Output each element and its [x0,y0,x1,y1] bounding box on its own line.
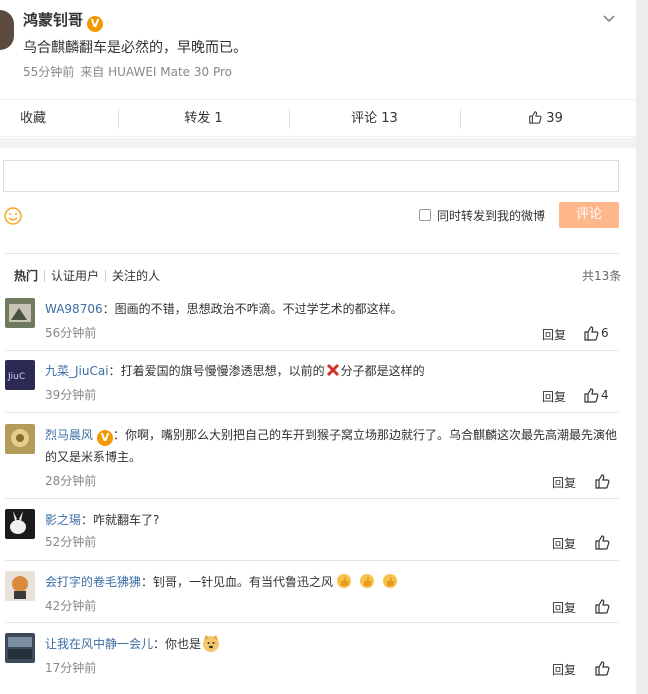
separator: ： [102,302,115,316]
like-count: 39 [546,111,563,126]
thumbs-up-emoji-icon [337,574,352,588]
like-count: 4 [601,388,609,402]
comment-time: 56分钟前 [45,326,97,340]
comment-item: 让我在风中静一会儿：你也是 17分钟前 回复 [5,633,619,681]
comment-username[interactable]: 让我在风中静一会儿 [45,637,153,651]
comment-divider [5,622,619,623]
comment-text: 会打字的卷毛狒狒：钊哥，一针见血。有当代鲁迅之风 [45,571,621,593]
thumbs-up-icon[interactable] [594,534,610,550]
comment-item: 影之瑒：咋就翻车了? 52分钟前 回复 [5,509,619,557]
svg-text:JiuC: JiuC [7,372,25,382]
thumbs-up-emoji-icon [383,574,398,588]
thumbs-up-icon[interactable] [583,387,599,403]
comment-body: 打着爱国的旗号慢慢渗透思想，以前的 [120,364,325,378]
thumbs-up-icon[interactable] [594,660,610,676]
comment-item: JiuC 九菜_JiuCai：打着爱国的旗号慢慢渗透思想，以前的 分子都是这样的 … [5,360,619,408]
comment-body: 咋就翻车了? [93,513,160,527]
avatar[interactable]: JiuC [5,360,35,390]
comment-time: 42分钟前 [45,599,97,613]
comment-divider [5,350,619,351]
reply-button[interactable]: 回复 [552,661,576,678]
comment-divider [5,560,619,561]
post-source: 来自 HUAWEI Mate 30 Pro [80,65,232,79]
avatar[interactable] [5,571,35,601]
comment-time: 52分钟前 [45,535,97,549]
tab-hot[interactable]: 热门 [14,267,44,284]
separator: ： [113,428,126,442]
comment-body: 分子都是这样的 [340,364,425,378]
submit-comment-button[interactable]: 评论 [559,202,619,228]
red-cross-emoji-icon [326,363,339,377]
comment-input[interactable] [3,160,619,192]
page-background [636,0,648,694]
thumbs-up-emoji-icon [360,574,375,588]
separator: ： [108,364,121,378]
post-author-name-text[interactable]: 鸿蒙钊哥 [23,11,83,29]
comment-text: 影之瑒：咋就翻车了? [45,509,621,531]
reply-button[interactable]: 回复 [542,388,566,405]
like-button[interactable]: 39 [460,100,631,138]
divider [5,253,619,254]
doge-emoji-icon [203,635,220,652]
thumbs-up-icon[interactable] [583,325,599,341]
reply-button[interactable]: 回复 [552,474,576,491]
comment-username[interactable]: 影之瑒 [45,513,81,527]
chevron-down-icon[interactable] [602,12,616,26]
section-divider [0,138,636,148]
comment-text: 九菜_JiuCai：打着爱国的旗号慢慢渗透思想，以前的 分子都是这样的 [45,360,621,382]
comment-text: WA98706：图画的不错，思想政治不咋滴。不过学艺术的都这样。 [45,298,621,320]
comment-body: 你啊，嘴别那么大别把自己的车开到猴子窝立场那边就行了。乌合麒麟这次最先高潮最先演… [45,428,618,464]
comment-time: 39分钟前 [45,388,97,402]
avatar[interactable] [5,298,35,328]
comment-username[interactable]: 会打字的卷毛狒狒 [45,575,141,589]
avatar[interactable] [5,509,35,539]
comment-text: 让我在风中静一会儿：你也是 [45,633,621,655]
thumbs-up-icon [529,111,542,124]
reply-button[interactable]: 回复 [542,326,566,343]
comment-body: 你也是 [165,637,202,651]
comment-divider [5,412,619,413]
comment-body: 钊哥，一针见血。有当代鲁迅之风 [153,575,334,589]
post-author-name[interactable]: 鸿蒙钊哥 V [23,9,104,32]
thumbs-up-icon[interactable] [594,598,610,614]
avatar[interactable] [5,424,35,454]
post-text: 乌合麒麟翻车是必然的，早晚而已。 [23,40,247,56]
reply-button[interactable]: 回复 [552,535,576,552]
comment-username[interactable]: 烈马晨风 [45,428,93,442]
tab-verified-users[interactable]: 认证用户 [45,267,105,284]
favorite-button[interactable]: 收藏 [0,100,120,138]
repost-option-label[interactable]: 同时转发到我的微博 [437,207,545,224]
comment-username[interactable]: 九菜_JiuCai [45,364,109,378]
comment-time: 17分钟前 [45,661,97,675]
tab-following[interactable]: 关注的人 [106,267,166,284]
comment-button[interactable]: 评论 13 [289,100,460,138]
verified-badge-icon: V [87,16,104,32]
repost-button[interactable]: 转发 1 [118,100,289,138]
post-time[interactable]: 55分钟前 [23,65,74,79]
comment-filter-tabs: 热门 认证用户 关注的人 [14,267,166,284]
separator: ： [81,513,94,527]
avatar[interactable] [5,633,35,663]
repost-checkbox[interactable] [419,209,431,221]
comment-total: 共13条 [582,269,622,283]
comment-item: WA98706：图画的不错，思想政治不咋滴。不过学艺术的都这样。 56分钟前 回… [5,298,619,346]
reply-button[interactable]: 回复 [552,599,576,616]
comment-username[interactable]: WA98706 [45,302,103,316]
comment-item: 烈马晨风 V ：你啊，嘴别那么大别把自己的车开到猴子窝立场那边就行了。乌合麒麟这次最… [5,424,619,492]
like-count: 6 [601,326,609,340]
post-author-avatar[interactable] [0,10,14,50]
emoji-icon[interactable] [4,207,22,225]
comment-time: 28分钟前 [45,474,97,488]
comment-body: 图画的不错，思想政治不咋滴。不过学艺术的都这样。 [114,302,403,316]
comment-item: 会打字的卷毛狒狒：钊哥，一针见血。有当代鲁迅之风 42分钟前 回复 [5,571,619,619]
comment-text: 烈马晨风 V ：你啊，嘴别那么大别把自己的车开到猴子窝立场那边就行了。乌合麒麟这次最… [45,424,621,468]
comment-divider [5,498,619,499]
thumbs-up-icon[interactable] [594,473,610,489]
weibo-post-card: 鸿蒙钊哥 V 乌合麒麟翻车是必然的，早晚而已。 55分钟前 来自 HUAWEI Ma… [0,0,636,694]
separator: ： [141,575,154,589]
post-action-bar: 收藏 转发 1 评论 13 39 [0,99,636,137]
verified-badge-icon: V [97,430,114,446]
separator: ： [153,637,166,651]
post-meta: 55分钟前 来自 HUAWEI Mate 30 Pro [23,63,238,80]
